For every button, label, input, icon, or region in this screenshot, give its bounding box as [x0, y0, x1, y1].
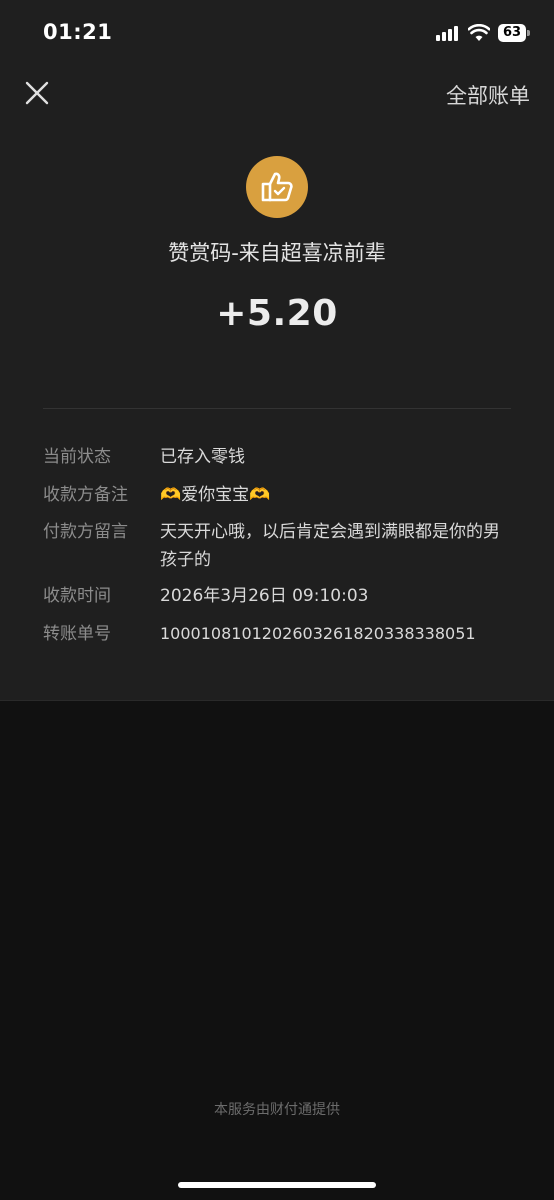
battery-icon: 63: [498, 24, 526, 42]
payer-message-value: 天天开心哦，以后肯定会遇到满眼都是你的男孩子的: [160, 522, 500, 570]
status-label: 当前状态: [43, 447, 111, 467]
detail-card: 01:21 63 全部账单 赞赏码-来自超喜凉前辈 +5.20 当前状态 已存入…: [0, 0, 554, 701]
provider-note: 本服务由财付通提供: [214, 1102, 340, 1118]
amount: +5.20: [216, 293, 338, 334]
payee-note-value: 🫶爱你宝宝🫶: [160, 485, 271, 505]
reward-badge: [246, 156, 308, 218]
close-icon[interactable]: [24, 80, 50, 106]
transfer-number-label: 转账单号: [43, 624, 111, 644]
payee-note-label: 收款方备注: [43, 485, 128, 505]
divider: [43, 408, 511, 409]
home-indicator[interactable]: [178, 1182, 376, 1188]
thumbs-up-icon: [261, 172, 293, 202]
transfer-number-value[interactable]: 100010810120260326182033833805​1: [160, 620, 510, 648]
receive-time-value: 2026年3月26日 09:10:03: [160, 586, 369, 606]
status-time: 01:21: [43, 20, 113, 44]
payer-message-label: 付款方留言: [43, 522, 128, 542]
payment-source-title: 赞赏码-来自超喜凉前辈: [168, 241, 386, 265]
status-value: 已存入零钱: [160, 447, 245, 467]
battery-tip: [527, 30, 530, 36]
all-bills-link[interactable]: 全部账单: [446, 80, 530, 110]
receive-time-label: 收款时间: [43, 586, 111, 606]
signal-icon: [436, 25, 462, 41]
wifi-icon: [468, 24, 490, 41]
transaction-detail-screen: 01:21 63 全部账单 赞赏码-来自超喜凉前辈 +5.20 当前状态 已存入…: [0, 0, 554, 1200]
